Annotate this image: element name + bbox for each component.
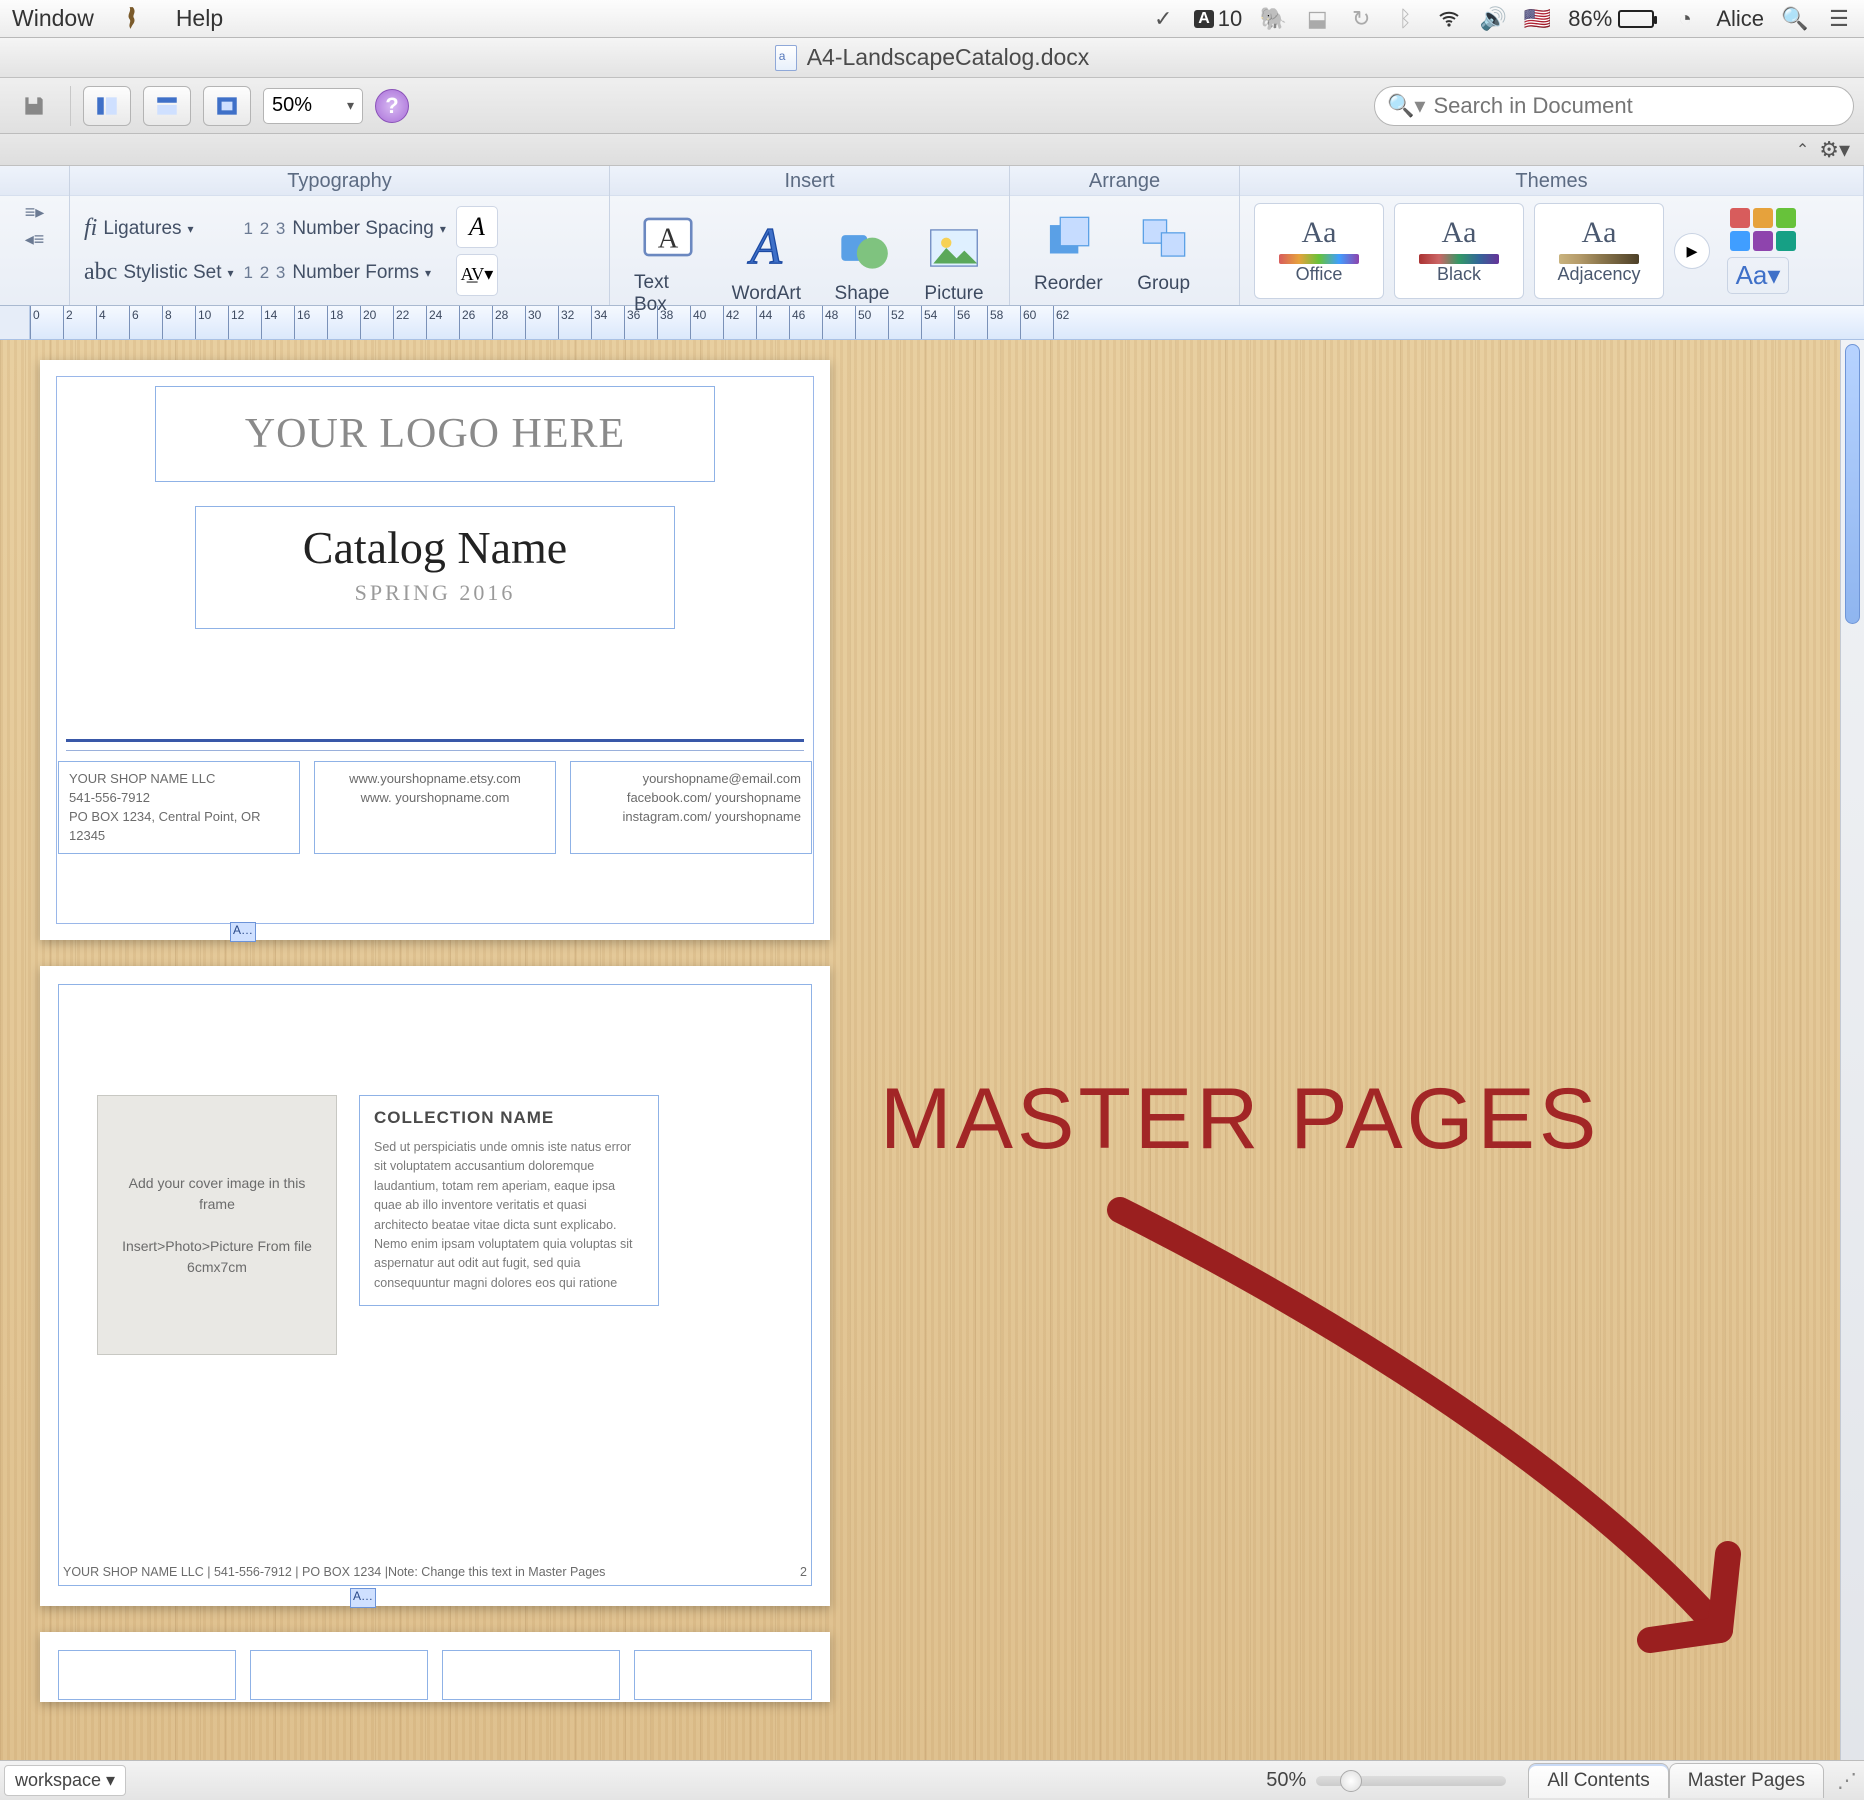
spotlight-icon[interactable]: 🔍	[1782, 6, 1808, 32]
scripts-menu-icon[interactable]	[122, 5, 148, 31]
shape-button[interactable]: Shape	[821, 213, 903, 309]
adobe-status[interactable]: A10	[1194, 6, 1242, 32]
evernote-icon[interactable]: 🐘	[1260, 6, 1286, 32]
themes-scroll-button[interactable]: ▸	[1674, 233, 1710, 269]
master-page-marker-2[interactable]: A…	[350, 1588, 376, 1608]
tab-all-contents[interactable]: All Contents	[1528, 1763, 1668, 1798]
collapse-ribbon-button[interactable]: ⌃	[1796, 140, 1809, 160]
search-input[interactable]	[1433, 93, 1841, 119]
group-insert-label: Insert	[610, 166, 1009, 196]
catalog-title-box[interactable]: Catalog Name SPRING 2016	[195, 506, 675, 629]
ligatures-option[interactable]: fiLigatures▾	[84, 209, 234, 249]
picture-button[interactable]: Picture	[913, 213, 995, 309]
group-arrange-label: Arrange	[1010, 166, 1239, 196]
ribbon: ≡▸ ◂≡ Typography fiLigatures▾ abcStylist…	[0, 166, 1864, 306]
save-dropdown[interactable]	[10, 86, 58, 126]
group-typography-label: Typography	[70, 166, 609, 196]
svg-text:A: A	[658, 223, 679, 254]
number-forms-option[interactable]: 1 2 3Number Forms▾	[244, 253, 446, 293]
resize-grip-icon[interactable]: ⋰	[1834, 1768, 1860, 1793]
annotation-text: MASTER PAGES	[880, 1070, 1600, 1169]
indent-left-button[interactable]: ≡▸	[25, 202, 45, 223]
layout-view-button[interactable]	[143, 86, 191, 126]
bluetooth-icon[interactable]: ᛒ	[1392, 6, 1418, 32]
footer-cell-3[interactable]: yourshopname@email.com facebook.com/ you…	[570, 761, 812, 854]
flag-icon[interactable]: 🇺🇸	[1524, 6, 1550, 32]
font-style-button[interactable]: A	[456, 206, 498, 248]
horizontal-ruler[interactable]: 0246810121416182022242628303234363840424…	[0, 306, 1864, 340]
document-search[interactable]: 🔍▾	[1374, 86, 1854, 126]
logo-placeholder[interactable]: YOUR LOGO HERE	[155, 386, 715, 482]
theme-colors-button[interactable]	[1730, 208, 1796, 251]
zoom-slider[interactable]	[1316, 1776, 1506, 1786]
help-button[interactable]: ?	[375, 89, 409, 123]
document-workspace: YOUR LOGO HERE Catalog Name SPRING 2016 …	[0, 340, 1864, 1760]
zoom-select[interactable]: 50%	[263, 88, 363, 124]
document-title: A4-LandscapeCatalog.docx	[807, 44, 1090, 71]
theme-adjacency[interactable]: Aa Adjacency	[1534, 203, 1664, 299]
group-button[interactable]: Group	[1123, 203, 1205, 299]
user-menu[interactable]: Alice	[1716, 6, 1764, 32]
clock-icon[interactable]: ◔	[1672, 6, 1698, 32]
ribbon-settings-button[interactable]: ⚙︎▾	[1819, 137, 1850, 163]
timemachine-icon[interactable]: ↻	[1348, 6, 1374, 32]
vertical-scrollbar[interactable]	[1840, 340, 1864, 1760]
page-2[interactable]: Add your cover image in this frame Inser…	[40, 966, 830, 1606]
page2-footer-text: YOUR SHOP NAME LLC | 541-556-7912 | PO B…	[63, 1565, 605, 1579]
textbox-button[interactable]: A Text Box	[624, 202, 712, 320]
page2-number: 2	[800, 1565, 807, 1579]
search-icon: 🔍▾	[1387, 93, 1425, 119]
menu-window[interactable]: Window	[12, 5, 94, 32]
cover-image-frame[interactable]: Add your cover image in this frame Inser…	[97, 1095, 337, 1355]
collection-text-frame[interactable]: COLLECTION NAME Sed ut perspiciatis unde…	[359, 1095, 659, 1306]
stylistic-set-option[interactable]: abcStylistic Set▾	[84, 253, 234, 293]
indent-right-button[interactable]: ◂≡	[25, 229, 45, 250]
menu-help[interactable]: Help	[176, 5, 223, 32]
tab-master-pages[interactable]: Master Pages	[1669, 1763, 1824, 1798]
wordart-button[interactable]: A WordArt	[722, 213, 811, 309]
theme-fonts-button[interactable]: Aa▾	[1727, 257, 1790, 294]
dropbox-icon[interactable]: ⬓	[1304, 6, 1330, 32]
footer-cell-1[interactable]: YOUR SHOP NAME LLC 541-556-7912 PO BOX 1…	[58, 761, 300, 854]
document-icon	[775, 45, 797, 71]
notification-center-icon[interactable]: ☰	[1826, 6, 1852, 32]
svg-text:A: A	[748, 219, 783, 276]
master-page-marker[interactable]: A…	[230, 922, 256, 942]
footer-cell-2[interactable]: www.yourshopname.etsy.com www. yourshopn…	[314, 761, 556, 854]
quick-toolbar: 50% ? 🔍▾	[0, 78, 1864, 134]
status-zoom-label: 50%	[1266, 1769, 1306, 1792]
theme-black[interactable]: Aa Black	[1394, 203, 1524, 299]
group-themes-label: Themes	[1240, 166, 1863, 196]
wifi-icon[interactable]	[1436, 6, 1462, 32]
theme-office[interactable]: Aa Office	[1254, 203, 1384, 299]
reorder-button[interactable]: Reorder	[1024, 203, 1113, 299]
page-1[interactable]: YOUR LOGO HERE Catalog Name SPRING 2016 …	[40, 360, 830, 940]
page-3[interactable]	[40, 1632, 830, 1702]
battery-status[interactable]: 86%	[1568, 6, 1654, 32]
annotation-arrow	[1080, 1190, 1800, 1710]
volume-icon[interactable]: 🔊	[1480, 6, 1506, 32]
fullscreen-button[interactable]	[203, 86, 251, 126]
kerning-button[interactable]: A͟V▾	[456, 254, 498, 296]
status-check-icon[interactable]: ✓	[1150, 6, 1176, 32]
mac-menubar: Window Help ✓ A10 🐘 ⬓ ↻ ᛒ 🔊 🇺🇸 86% ◔ Ali…	[0, 0, 1864, 38]
status-bar: workspace ▾ 50% All Contents Master Page…	[0, 1760, 1864, 1800]
number-spacing-option[interactable]: 1 2 3Number Spacing▾	[244, 209, 446, 249]
ribbon-collapse-bar: ⌃ ⚙︎▾	[0, 134, 1864, 166]
window-titlebar: A4-LandscapeCatalog.docx	[0, 38, 1864, 78]
workspace-menu[interactable]: workspace ▾	[4, 1765, 126, 1796]
sidebar-toggle-button[interactable]	[83, 86, 131, 126]
